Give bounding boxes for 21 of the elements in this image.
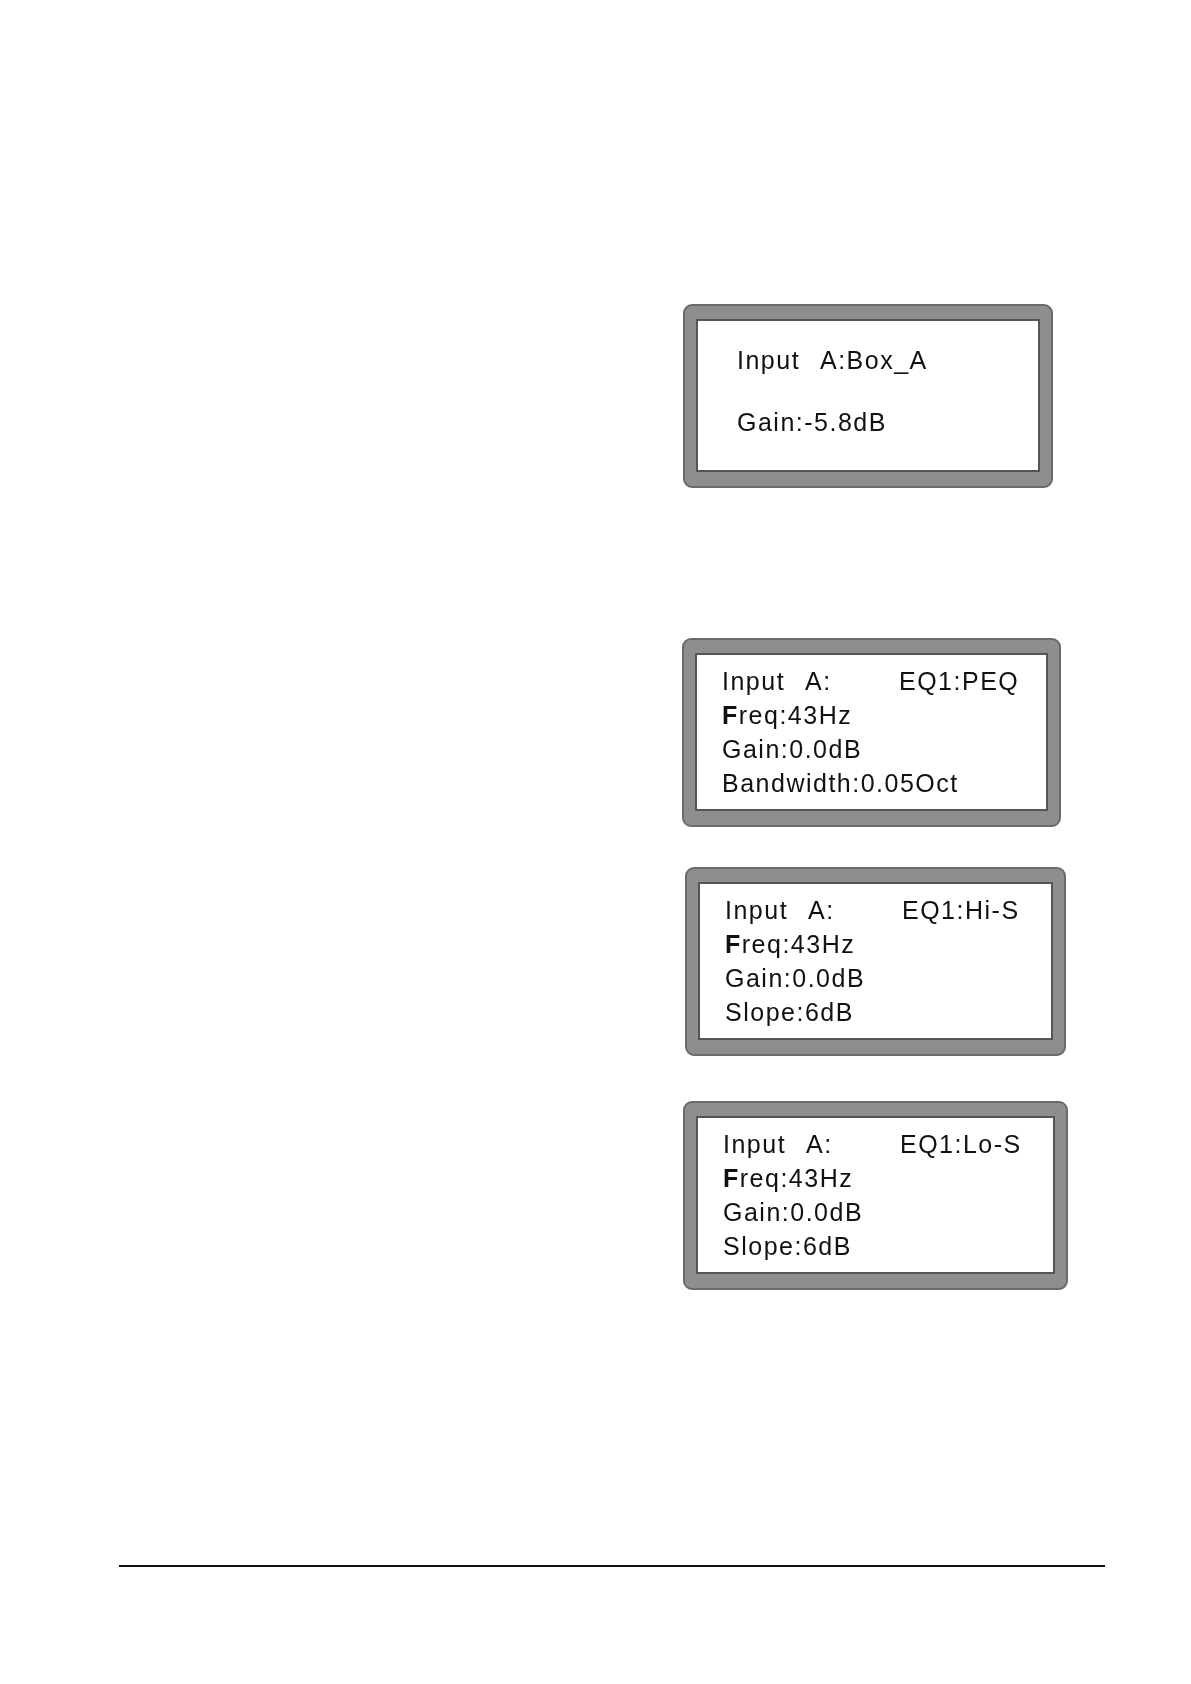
lcd-text: Freq:43Hz <box>725 929 856 960</box>
lcd-text: Slope:6dB <box>723 1231 852 1262</box>
lcd-text: Freq:43Hz <box>723 1163 854 1194</box>
lcd-text: Bandwidth:0.05Oct <box>722 768 959 799</box>
lcd-text: Slope:6dB <box>725 997 854 1028</box>
lcd-text: Gain:0.0dB <box>722 734 863 765</box>
lcd-text: A: <box>805 666 833 697</box>
lcd-text: Input <box>725 895 790 926</box>
lcd-text: EQ1:Lo-S <box>900 1129 1022 1160</box>
lcd-text: Input <box>722 666 787 697</box>
lcd-text: A:Box_A <box>820 345 928 376</box>
lcd-text: Gain:0.0dB <box>725 963 866 994</box>
lcd-text: Input <box>737 345 802 376</box>
lcd-text: Freq:43Hz <box>722 700 853 731</box>
lcd-text: Gain:0.0dB <box>723 1197 864 1228</box>
lcd-text: EQ1:Hi-S <box>902 895 1020 926</box>
lcd-text: EQ1:PEQ <box>899 666 1020 697</box>
lcd-text: Gain:-5.8dB <box>737 407 887 438</box>
lcd-text: A: <box>808 895 836 926</box>
lcd-text: Input <box>723 1129 788 1160</box>
lcd-text: A: <box>806 1129 834 1160</box>
